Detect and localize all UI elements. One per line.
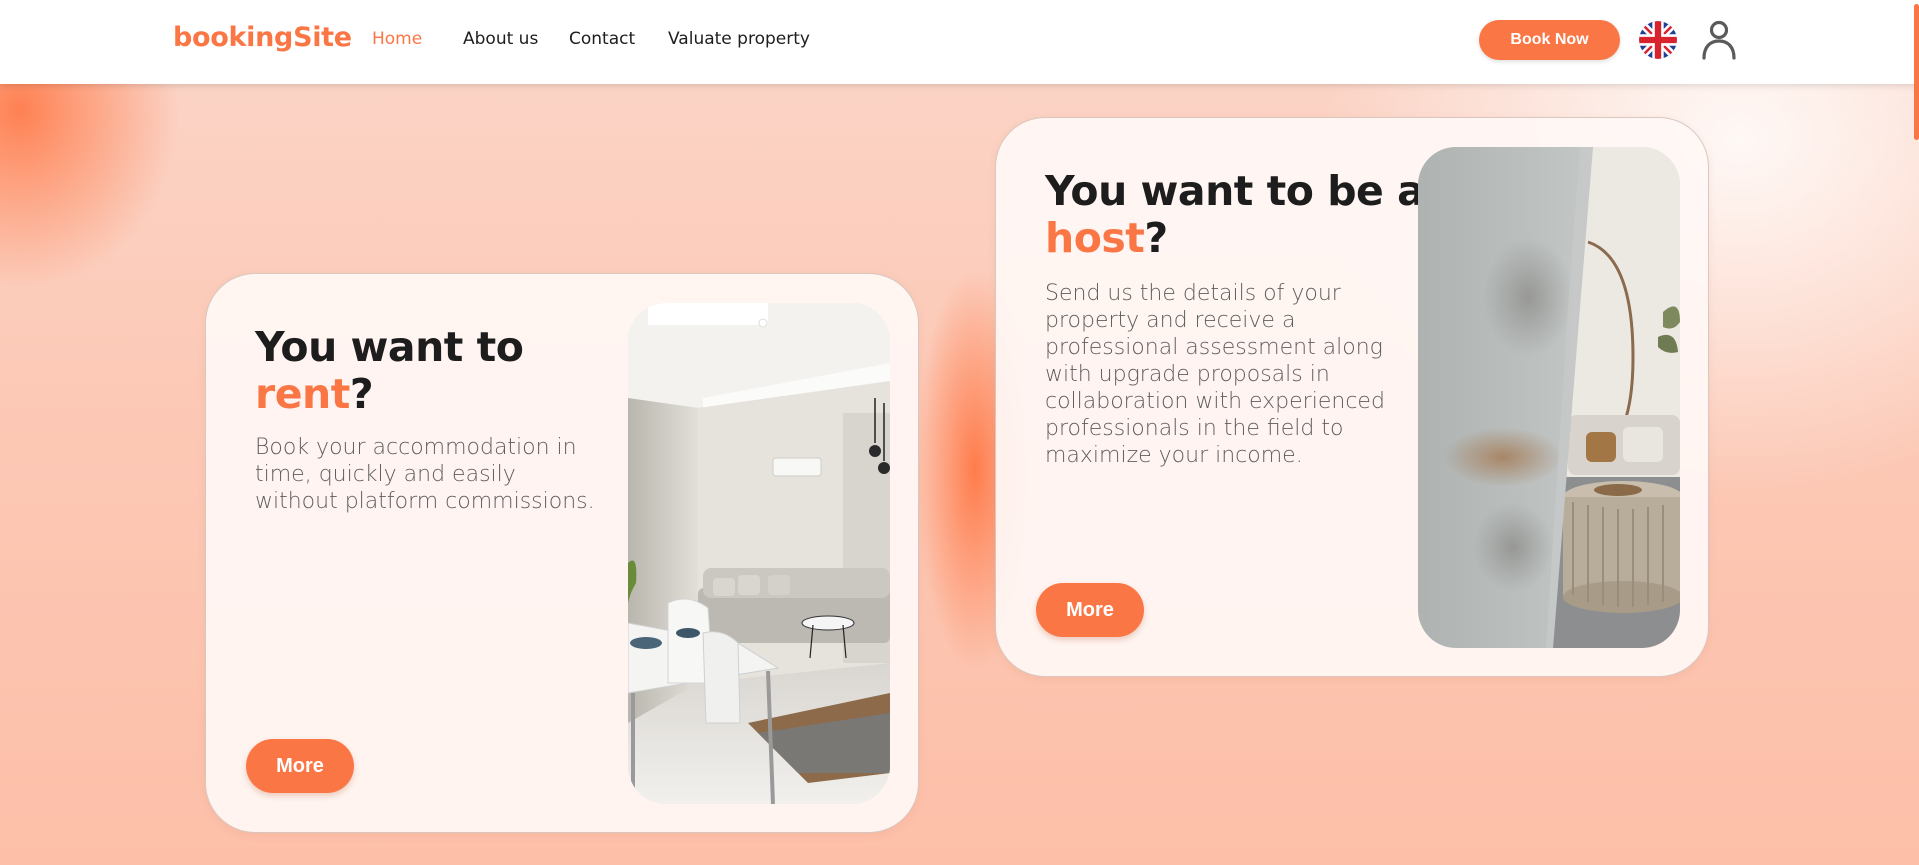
site-logo[interactable]: bookingSite — [173, 22, 352, 53]
page-scrollbar[interactable] — [1913, 0, 1919, 865]
rent-title-suffix: ? — [349, 370, 374, 418]
living-room-photo — [628, 303, 890, 804]
rent-title-prefix: You want to — [255, 323, 524, 371]
host-card-title: You want to be a host? — [1045, 168, 1425, 262]
host-card: You want to be a host? Send us the detai… — [995, 117, 1709, 677]
scrollbar-thumb[interactable] — [1914, 4, 1919, 140]
nav-contact[interactable]: Contact — [569, 29, 635, 49]
rent-card-title: You want to rent? — [255, 324, 585, 418]
rent-title-accent: rent — [255, 370, 350, 418]
uk-flag-icon[interactable] — [1639, 21, 1677, 59]
rent-more-button[interactable]: More — [246, 739, 354, 793]
host-title-prefix: You want to be a — [1045, 167, 1425, 215]
host-title-suffix: ? — [1144, 214, 1168, 262]
interior-pouf-photo — [1418, 147, 1680, 648]
user-profile-icon[interactable] — [1701, 20, 1737, 60]
rent-card: You want to rent? Book your accommodatio… — [205, 273, 919, 833]
nav-about-us[interactable]: About us — [463, 29, 538, 49]
book-now-button[interactable]: Book Now — [1479, 20, 1620, 60]
host-title-accent: host — [1045, 214, 1145, 262]
nav-home[interactable]: Home — [372, 29, 422, 49]
rent-card-description: Book your accommodation in time, quickly… — [255, 435, 595, 514]
nav-valuate-property[interactable]: Valuate property — [668, 29, 810, 49]
top-navbar: bookingSite Home About us Contact Valuat… — [0, 0, 1919, 84]
host-more-button[interactable]: More — [1036, 583, 1144, 637]
host-card-description: Send us the details of your property and… — [1045, 281, 1385, 468]
